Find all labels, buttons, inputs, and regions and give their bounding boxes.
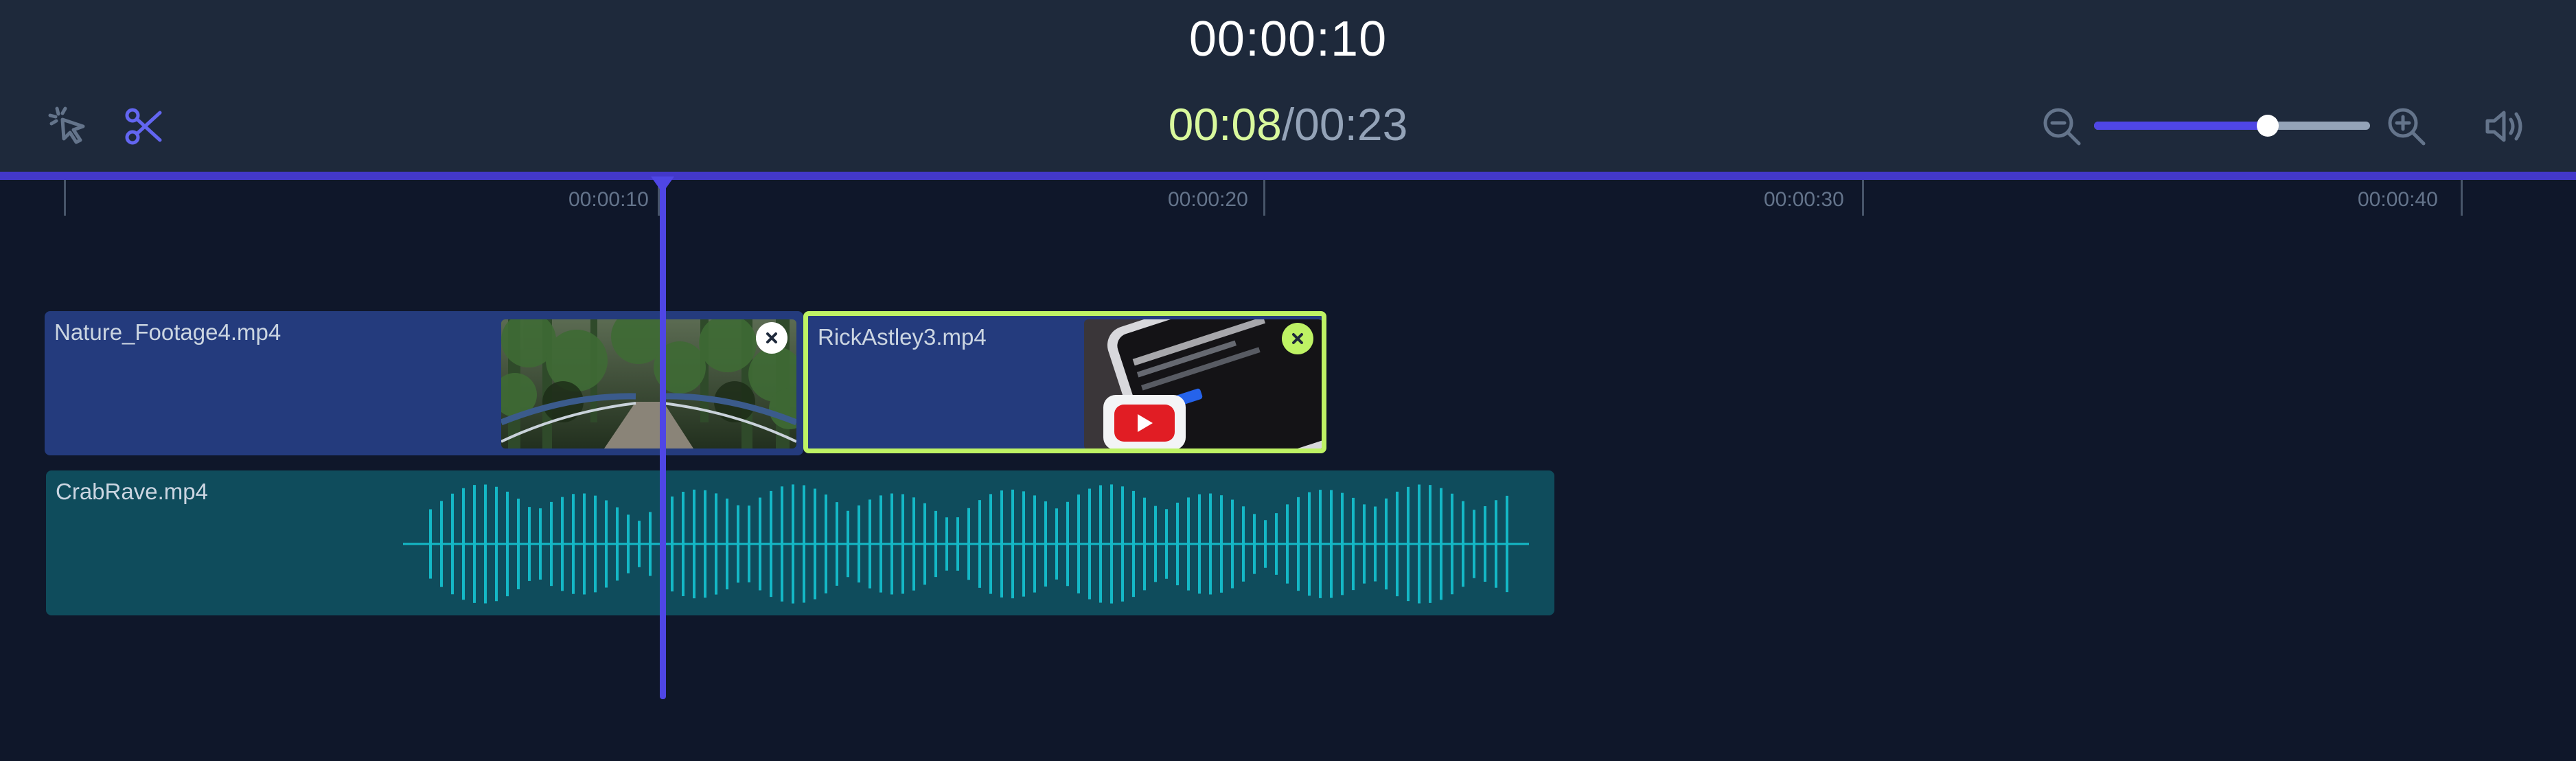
zoom-slider-thumb[interactable] xyxy=(2257,115,2279,137)
forest-bridge-image xyxy=(501,319,796,448)
volume-button[interactable] xyxy=(2481,104,2529,149)
zoom-out-icon xyxy=(2043,108,2081,146)
ruler-tick-label: 00:00:10 xyxy=(568,188,649,211)
volume-icon xyxy=(2485,111,2522,142)
current-time: 00:08 xyxy=(1168,99,1282,150)
playhead-handle[interactable] xyxy=(651,177,674,193)
toolbar: 00:08/00:23 xyxy=(0,78,2576,174)
timeline-ruler: 00:00:10 00:00:20 00:00:30 00:00:40 xyxy=(0,180,2576,221)
zoom-slider-fill xyxy=(2094,122,2268,130)
clip-name: CrabRave.mp4 xyxy=(56,479,208,504)
clip-name: Nature_Footage4.mp4 xyxy=(54,319,281,345)
video-clip-rick-astley[interactable]: RickAstley3.mp4 xyxy=(803,311,1326,453)
page-title: 00:00:10 xyxy=(1188,11,1388,67)
ruler-tick-label: 00:00:30 xyxy=(1764,188,1844,211)
zoom-out-button[interactable] xyxy=(2039,104,2084,149)
ruler-tick xyxy=(64,180,66,216)
playhead[interactable] xyxy=(660,180,666,699)
video-clip-nature-footage[interactable]: Nature_Footage4.mp4 xyxy=(45,311,803,455)
audio-clip-crab-rave[interactable]: CrabRave.mp4 xyxy=(46,470,1554,615)
remove-clip-button[interactable] xyxy=(756,322,787,354)
zoom-in-icon xyxy=(2388,108,2426,146)
timeline-scrubber-bar[interactable] xyxy=(0,172,2576,180)
close-icon xyxy=(766,332,777,343)
total-time: 00:23 xyxy=(1294,99,1408,150)
ruler-tick xyxy=(1263,180,1265,216)
time-separator: / xyxy=(1281,99,1295,150)
remove-clip-button[interactable] xyxy=(1282,323,1313,354)
ruler-tick-label: 00:00:40 xyxy=(2358,188,2438,211)
audio-waveform xyxy=(403,484,1529,604)
ruler-tick xyxy=(2461,180,2463,216)
header-bar: 00:00:10 xyxy=(0,0,2576,78)
zoom-in-button[interactable] xyxy=(2384,104,2429,149)
ruler-tick xyxy=(1862,180,1864,216)
close-icon xyxy=(1292,333,1303,344)
clip-name: RickAstley3.mp4 xyxy=(818,324,987,350)
ruler-tick-label: 00:00:20 xyxy=(1168,188,1248,211)
forest-bridge-thumbnail xyxy=(501,319,796,448)
video-editor: 00:00:10 00:08/00:23 00:00:10 00:00:20 0… xyxy=(0,0,2576,761)
zoom-slider[interactable] xyxy=(2094,115,2370,137)
